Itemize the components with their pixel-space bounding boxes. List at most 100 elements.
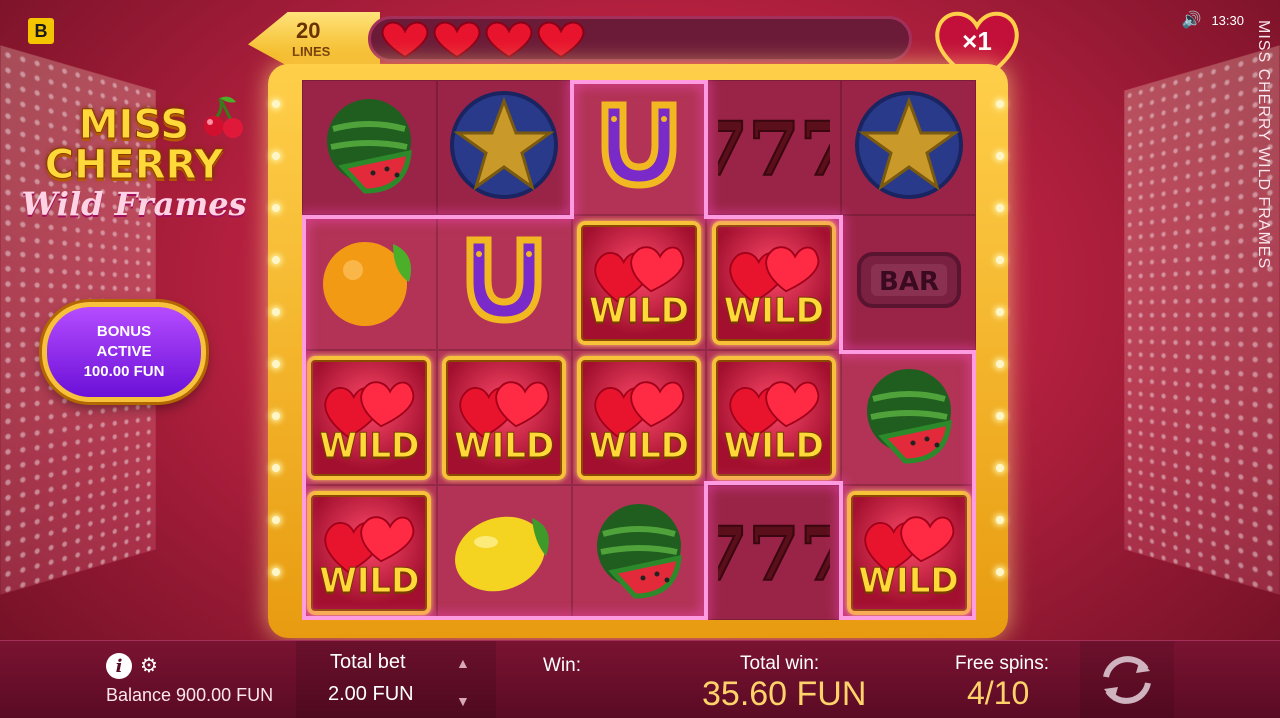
bulb-light <box>272 204 280 212</box>
reel-cell: WILD <box>706 215 842 350</box>
reel-cell <box>571 80 707 215</box>
bottom-control-bar: i ⚙ Balance 900.00 FUN Total bet 2.00 FU… <box>0 640 1280 718</box>
bulb-light <box>272 412 280 420</box>
free-spins-label: Free spins: <box>955 653 1049 674</box>
reel-grid: 777 WILD WILD BAR WILD WILD WILD WILD WILD 777 WIL… <box>302 80 976 620</box>
multiplier-value: ×1 <box>962 26 992 56</box>
reel-cell: WILD <box>706 350 842 485</box>
bulb-light <box>272 360 280 368</box>
wild-symbol: WILD <box>307 355 432 480</box>
autoplay-arrows-icon <box>1103 656 1151 704</box>
wild-symbol: WILD <box>711 220 836 345</box>
horseshoe-icon <box>448 224 560 341</box>
total-bet-value: 2.00 FUN <box>328 683 414 705</box>
horseshoe-icon <box>583 89 695 206</box>
spin-button[interactable] <box>1080 641 1174 718</box>
reel-cell <box>436 215 572 350</box>
bulb-light <box>996 308 1004 316</box>
bulb-light <box>272 516 280 524</box>
info-icon[interactable]: i <box>106 653 132 679</box>
reel-cell <box>302 215 437 350</box>
wild-symbol: WILD <box>576 355 701 480</box>
reel-cell: WILD <box>841 485 976 620</box>
bulb-light <box>272 308 280 316</box>
reel-cell <box>841 350 976 485</box>
wild-label: WILD <box>319 425 420 466</box>
wild-label: WILD <box>319 560 420 601</box>
bonus-active-badge: BONUS ACTIVE 100.00 FUN <box>42 302 206 402</box>
balance-display: Balance 900.00 FUN <box>106 685 274 705</box>
seven-icon: 777 <box>696 494 852 611</box>
bulb-light <box>272 464 280 472</box>
lines-label: LINES <box>292 44 331 59</box>
reel-cell <box>436 485 572 620</box>
total-win-value: 35.60 FUN <box>702 675 867 713</box>
reel-cell: BAR <box>841 215 976 350</box>
gear-icon[interactable]: ⚙ <box>140 653 158 678</box>
svg-text:777: 777 <box>718 107 830 193</box>
svg-text:BAR: BAR <box>879 267 939 297</box>
bulb-light <box>996 568 1004 576</box>
bulb-light <box>996 412 1004 420</box>
reel-cell: WILD <box>571 215 707 350</box>
bet-decrease-icon[interactable]: ▼ <box>456 693 470 709</box>
bonus-line-1: BONUS <box>96 323 152 340</box>
total-win-label: Total win: <box>740 653 820 674</box>
reel-cell <box>841 80 976 215</box>
bulb-light <box>996 464 1004 472</box>
total-bet-label: Total bet <box>330 651 406 673</box>
cherry-icon <box>204 96 243 138</box>
star-icon <box>853 89 965 206</box>
wild-symbol: WILD <box>846 490 971 615</box>
wild-label: WILD <box>588 425 689 466</box>
wild-label: WILD <box>723 290 824 331</box>
bet-increase-icon[interactable]: ▲ <box>456 655 470 671</box>
watermelon-icon <box>313 89 425 206</box>
bonus-line-2: ACTIVE <box>96 343 152 360</box>
reel-cell: WILD <box>302 350 437 485</box>
bulb-light <box>996 204 1004 212</box>
bulb-light <box>272 100 280 108</box>
wild-symbol: WILD <box>442 355 567 480</box>
wild-label: WILD <box>858 560 959 601</box>
reel-cell: WILD <box>571 350 707 485</box>
bulb-light <box>996 360 1004 368</box>
meter-heart-icon <box>433 21 481 59</box>
bulb-light <box>272 568 280 576</box>
star-icon <box>448 89 560 206</box>
paylines-badge: 20 LINES <box>248 12 380 66</box>
wild-label: WILD <box>588 290 689 331</box>
wild-symbol: WILD <box>711 355 836 480</box>
reel-cell: 777 <box>696 485 852 620</box>
bulb-light <box>996 100 1004 108</box>
total-bet-panel: Total bet 2.00 FUN ▲ ▼ <box>296 641 496 718</box>
reel-cell: WILD <box>302 485 437 620</box>
svg-text:777: 777 <box>718 512 830 598</box>
wild-symbol: WILD <box>576 220 701 345</box>
heart-progress-meter <box>368 16 912 62</box>
bonus-amount: 100.00 FUN <box>83 363 165 380</box>
bulb-light <box>272 152 280 160</box>
bulb-light <box>996 152 1004 160</box>
logo-line-2: CHERRY <box>44 142 224 188</box>
reel-cell: 777 <box>696 80 852 215</box>
bar-icon: BAR <box>853 224 965 341</box>
status-area: 🔊 13:30 <box>1182 10 1244 30</box>
wild-symbol: WILD <box>307 490 432 615</box>
lines-count: 20 <box>296 18 321 43</box>
brand-logo: B <box>28 18 54 44</box>
orange-icon <box>313 224 425 341</box>
meter-heart-icon <box>537 21 585 59</box>
seven-icon: 777 <box>696 89 852 206</box>
watermelon-icon <box>853 359 965 476</box>
reel-cell <box>302 80 437 215</box>
wild-label: WILD <box>723 425 824 466</box>
bulb-light <box>272 256 280 264</box>
free-spins-value: 4/10 <box>967 675 1030 711</box>
watermelon-icon <box>583 494 695 611</box>
meter-heart-icon <box>485 21 533 59</box>
reel-cell <box>436 80 572 215</box>
logo-line-3: Wild Frames <box>21 185 247 223</box>
bulb-light <box>996 516 1004 524</box>
speaker-icon[interactable]: 🔊 <box>1182 10 1202 30</box>
